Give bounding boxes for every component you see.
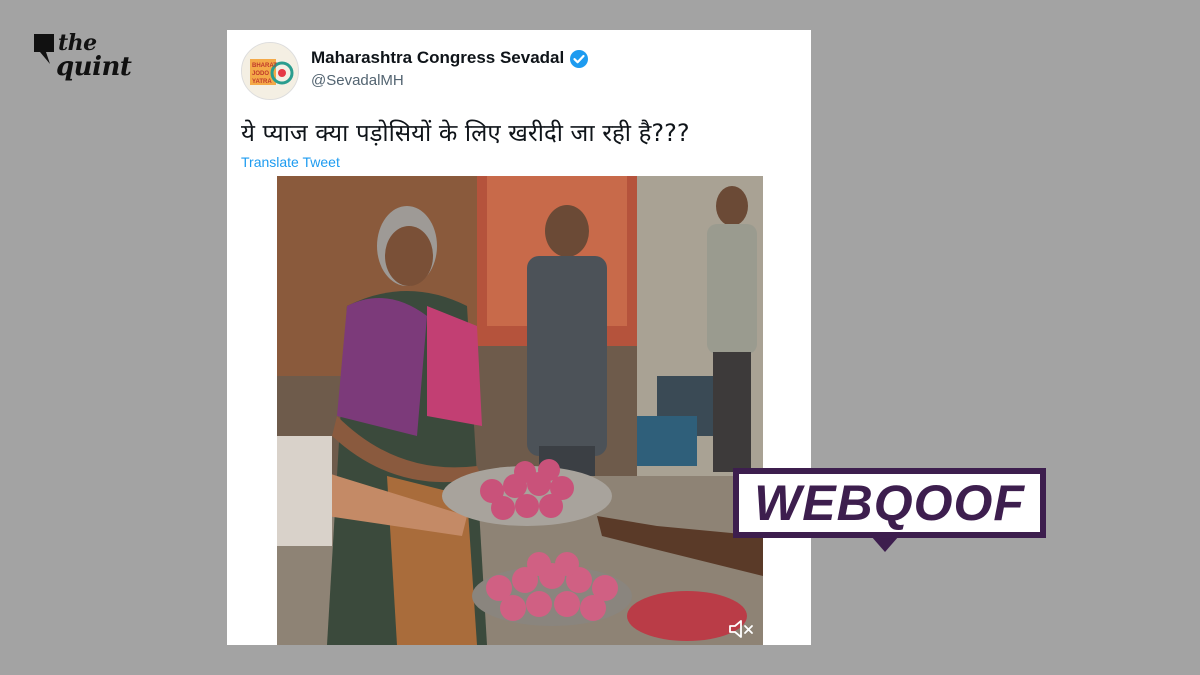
quint-mark-icon bbox=[34, 34, 54, 64]
avatar-text-3: YATRA bbox=[252, 79, 272, 85]
user-handle[interactable]: @SevadalMH bbox=[311, 72, 404, 89]
avatar-image: BHARAT JODO YATRA bbox=[242, 43, 298, 99]
verified-badge-icon bbox=[570, 50, 588, 68]
tweet-card: BHARAT JODO YATRA Maharashtra Congress S… bbox=[227, 30, 811, 645]
tweet-video[interactable] bbox=[277, 176, 763, 645]
mute-icon[interactable] bbox=[727, 617, 757, 641]
avatar-text-2: JODO bbox=[252, 71, 269, 77]
avatar-text-1: BHARAT bbox=[252, 63, 277, 69]
webqoof-label: WEBQOOF bbox=[754, 475, 1025, 531]
video-frame-image bbox=[277, 176, 763, 645]
webqoof-badge: WEBQOOF bbox=[733, 468, 1046, 552]
tweet-text: ये प्याज क्या पड़ोसियों के लिए खरीदी जा … bbox=[241, 119, 690, 147]
webqoof-badge-inner: WEBQOOF bbox=[739, 474, 1040, 532]
display-name[interactable]: Maharashtra Congress Sevadal bbox=[311, 48, 564, 68]
translate-tweet-link[interactable]: Translate Tweet bbox=[241, 154, 340, 170]
logo-quint: quint bbox=[56, 52, 132, 82]
avatar[interactable]: BHARAT JODO YATRA bbox=[241, 42, 299, 100]
speech-bubble-tail bbox=[871, 536, 899, 552]
the-quint-logo: the quint bbox=[28, 28, 138, 98]
